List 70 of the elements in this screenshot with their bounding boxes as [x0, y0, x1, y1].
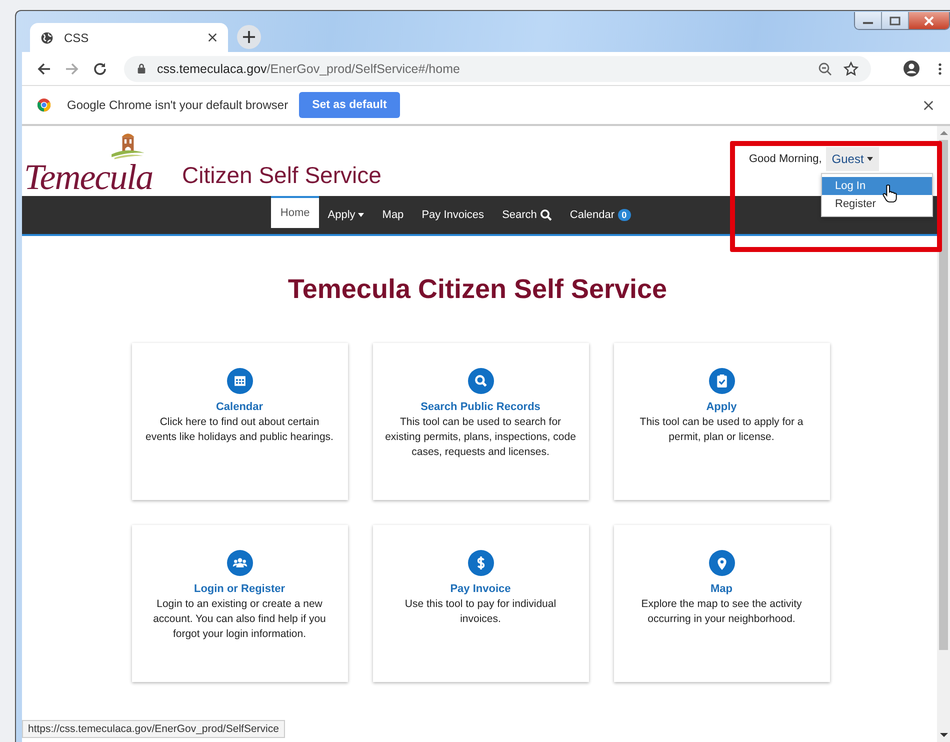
search-icon — [540, 209, 552, 221]
chrome-logo-icon — [37, 98, 51, 112]
star-icon[interactable] — [843, 60, 859, 76]
menu-item[interactable]: Log In — [822, 177, 932, 195]
nav-link[interactable]: Home — [271, 196, 319, 228]
service-card[interactable]: Calendar Click here to find out about certain events like holidays and public hearings. — [132, 343, 348, 500]
people-icon — [226, 550, 252, 576]
clipboard-check-icon — [708, 368, 734, 394]
infobar-message: Google Chrome isn't your default browser — [67, 98, 288, 112]
menu-icon[interactable] — [938, 62, 942, 76]
count-badge: 0 — [618, 209, 631, 221]
nav-link[interactable]: Calendar 0 — [560, 196, 640, 234]
close-icon[interactable] — [207, 32, 218, 43]
lock-icon — [136, 63, 147, 74]
pointer-cursor-icon — [882, 184, 897, 203]
back-icon[interactable] — [36, 60, 52, 76]
status-url: https://css.temeculaca.gov/EnerGov_prod/SelfService — [22, 720, 285, 738]
browser-tab[interactable]: CSS — [30, 23, 228, 52]
zoom-out-icon[interactable] — [817, 60, 833, 76]
card-title: Map — [710, 583, 732, 595]
new-tab-icon[interactable] — [237, 25, 261, 49]
service-card[interactable]: Apply This tool can be used to apply for a permit, plan or license. — [614, 343, 830, 500]
page-title: Temecula Citizen Self Service — [288, 274, 668, 305]
set-default-button[interactable]: Set as default — [299, 92, 400, 118]
card-title: Apply — [706, 401, 737, 413]
card-description: Use this tool to pay for individual invoices. — [404, 597, 558, 627]
minimize-button[interactable] — [855, 12, 882, 29]
card-description: Click here to find out about certain events like holidays and public hearings. — [144, 415, 334, 445]
search-icon — [468, 368, 494, 394]
card-description: Login to an existing or create a new account. You can also find help if you forgot your login information. — [152, 597, 327, 642]
card-description: Explore the map to see the activity occurring in your neighborhood. — [640, 597, 803, 627]
maximize-icon — [889, 16, 901, 26]
card-title: Calendar — [216, 401, 264, 413]
profile-icon[interactable] — [903, 60, 920, 77]
service-card[interactable]: Login or Register Login to an existing or create a new account. You can also find help if you forgot your login information. — [132, 525, 348, 682]
reload-icon[interactable] — [92, 60, 108, 76]
nav-link[interactable]: Apply — [318, 196, 374, 234]
url-text: css.temeculaca.gov/EnerGov_prod/SelfService#/home — [157, 62, 460, 76]
address-bar[interactable]: css.temeculaca.gov/EnerGov_prod/SelfService#/home — [124, 56, 871, 82]
logo-text: Temecula — [24, 160, 153, 194]
caret-icon — [866, 157, 873, 161]
tab-title: CSS — [64, 30, 90, 44]
card-title: Search Public Records — [420, 401, 540, 413]
globe-icon — [40, 30, 54, 44]
scroll-down-icon[interactable] — [940, 732, 948, 738]
maximize-button[interactable] — [882, 12, 909, 29]
scrollbar[interactable] — [937, 126, 950, 742]
service-card[interactable]: Map Explore the map to see the activity occurring in your neighborhood. — [614, 525, 830, 682]
calendar-icon — [226, 368, 252, 394]
scroll-up-icon[interactable] — [940, 130, 948, 136]
nav-link[interactable]: Pay Invoices — [412, 196, 494, 234]
card-description: This tool can be used to search for existing permits, plans, inspections, code cases, requests and licenses. — [384, 415, 576, 460]
user-menu-button[interactable]: Guest — [826, 147, 879, 171]
nav-link[interactable]: Search — [493, 196, 561, 234]
dollar-icon — [468, 550, 494, 576]
nav-link[interactable]: Map — [373, 196, 413, 234]
city-logo[interactable]: Temecula — [24, 130, 174, 196]
window-close-button[interactable] — [909, 12, 949, 29]
card-title: Pay Invoice — [450, 583, 511, 595]
service-card[interactable]: Pay Invoice Use this tool to pay for individual invoices. — [372, 525, 588, 682]
close-icon — [923, 16, 935, 26]
close-icon[interactable] — [923, 100, 934, 110]
service-card[interactable]: Search Public Records This tool can be used to search for existing permits, plans, inspections, code cases, requests and licenses. — [372, 343, 588, 500]
site-title: Citizen Self Service — [182, 162, 382, 189]
map-pin-icon — [708, 550, 734, 576]
caret-icon — [358, 213, 364, 217]
menu-item[interactable]: Register — [822, 195, 932, 213]
card-title: Login or Register — [194, 583, 286, 595]
greeting-text: Good Morning, — [749, 153, 822, 165]
card-description: This tool can be used to apply for a permit, plan or license. — [638, 415, 804, 445]
